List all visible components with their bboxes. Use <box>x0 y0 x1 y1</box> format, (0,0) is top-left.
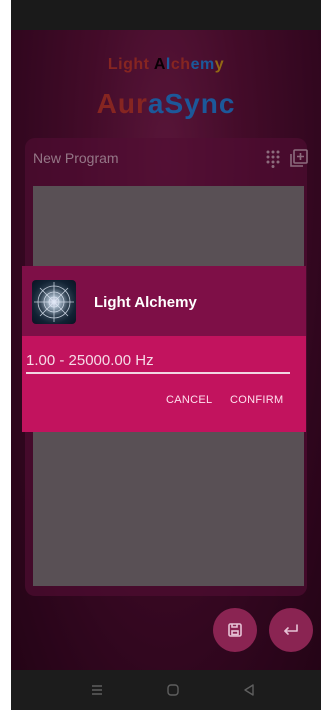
return-button[interactable] <box>269 608 313 652</box>
dialog-title: Light Alchemy <box>94 294 197 311</box>
dialog-body: CANCEL CONFIRM <box>22 336 306 432</box>
save-icon <box>228 623 242 637</box>
menu-icon[interactable] <box>87 680 107 700</box>
confirm-button[interactable]: CONFIRM <box>230 394 283 406</box>
status-bar <box>11 0 321 30</box>
dialog-header: Light Alchemy <box>22 266 306 336</box>
home-icon[interactable] <box>163 680 183 700</box>
save-button[interactable] <box>213 608 257 652</box>
frequency-input[interactable] <box>26 348 290 374</box>
back-icon[interactable] <box>239 680 259 700</box>
cancel-button[interactable]: CANCEL <box>166 394 212 406</box>
system-nav-bar <box>11 670 321 710</box>
return-icon <box>284 624 298 635</box>
frequency-dialog: Light Alchemy CANCEL CONFIRM <box>22 266 306 432</box>
light-alchemy-logo <box>32 280 76 324</box>
